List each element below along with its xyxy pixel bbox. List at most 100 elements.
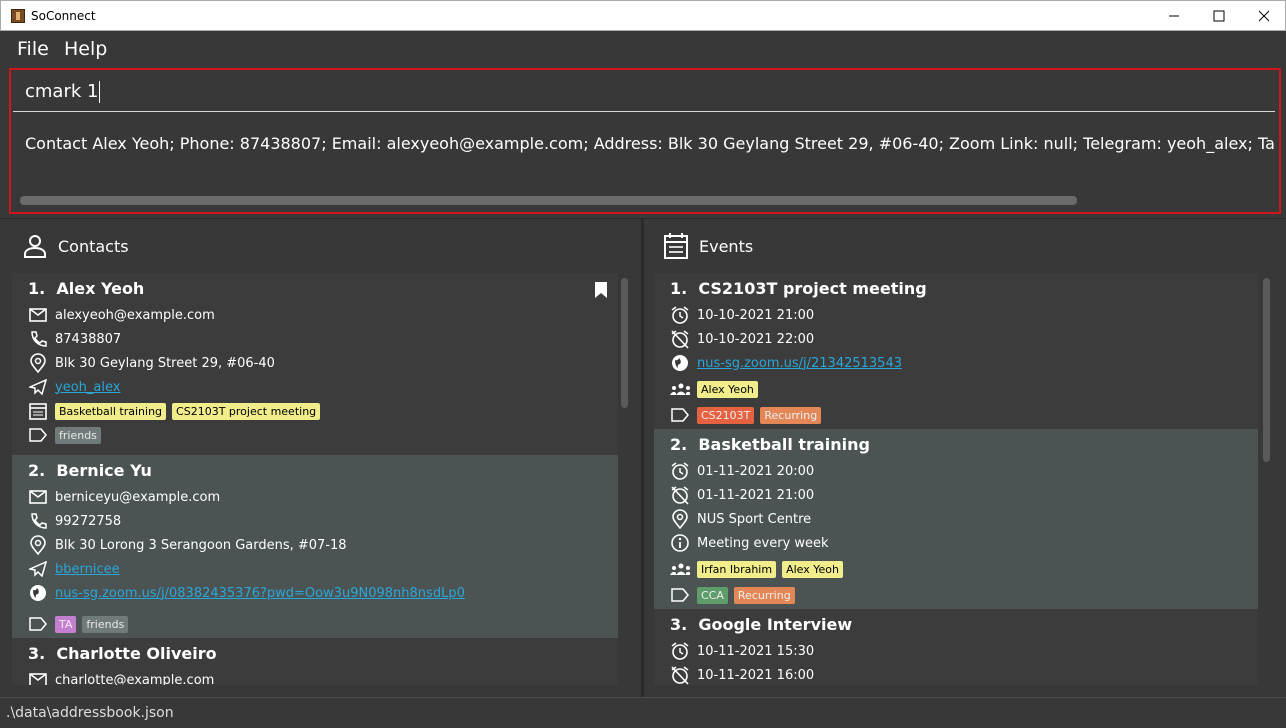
person-icon (24, 235, 46, 258)
event-end-time: 10-10-2021 22:00 (697, 331, 815, 347)
panel-splitter[interactable] (641, 219, 644, 697)
result-horizontal-scrollbar[interactable] (20, 196, 1077, 205)
menu-bar: File Help (0, 31, 1286, 66)
telegram-icon (28, 377, 48, 397)
command-input[interactable]: cmark 1 (13, 72, 1275, 112)
events-scrollbar[interactable] (1263, 278, 1270, 462)
contact-email: charlotte@example.com (55, 672, 215, 686)
alarm-off-icon (670, 485, 690, 505)
tag-icon (670, 405, 690, 425)
status-bar: .\data\addressbook.json (0, 697, 1286, 728)
alarm-off-icon (670, 329, 690, 349)
location-icon (28, 353, 48, 373)
participant-tag: Alex Yeoh (782, 560, 843, 578)
close-icon (1258, 10, 1269, 22)
event-tag: Basketball training (55, 402, 167, 420)
email-icon (28, 305, 48, 325)
contact-tag: friends (82, 615, 129, 633)
tag-icon (28, 614, 48, 634)
location-icon (28, 535, 48, 555)
event-address: NUS Sport Centre (697, 511, 812, 527)
result-text: Contact Alex Yeoh; Phone: 87438807; Emai… (25, 134, 1275, 153)
event-card[interactable]: 2. Basketball training 01-11-2021 20:00 … (654, 429, 1258, 609)
contact-name: 2. Bernice Yu (28, 461, 152, 480)
event-name: 3. Google Interview (670, 615, 853, 634)
calendar-icon (664, 233, 688, 259)
minimize-button[interactable] (1151, 1, 1196, 31)
data-file-path: .\data\addressbook.json (6, 705, 174, 721)
contact-telegram-link[interactable]: bbernicee (55, 562, 120, 577)
event-card[interactable]: 3. Google Interview 10-11-2021 15:30 10-… (654, 609, 1258, 685)
contact-email: berniceyu@example.com (55, 489, 221, 505)
participant-tag: Alex Yeoh (697, 380, 758, 398)
event-tag: Recurring (760, 406, 822, 424)
event-end-time: 10-11-2021 16:00 (697, 667, 815, 683)
event-tag: CCA (697, 586, 728, 604)
tag-icon (670, 585, 690, 605)
contact-card[interactable]: 2. Bernice Yu berniceyu@example.com 9927… (12, 455, 618, 638)
contact-phone: 99272758 (55, 513, 122, 529)
participants-icon (670, 379, 690, 399)
contacts-scrollbar[interactable] (621, 278, 628, 408)
maximize-icon (1213, 10, 1224, 22)
close-button[interactable] (1241, 1, 1286, 31)
contact-address: Blk 30 Geylang Street 29, #06-40 (55, 355, 275, 371)
contact-tag: TA (55, 615, 77, 633)
event-end-time: 01-11-2021 21:00 (697, 487, 815, 503)
contact-tag: friends (55, 426, 101, 444)
contact-telegram-link[interactable]: yeoh_alex (55, 380, 120, 395)
event-icon (28, 401, 48, 421)
participants-icon (670, 559, 690, 579)
event-description: Meeting every week (697, 535, 829, 551)
event-zoom-link[interactable]: nus-sg.zoom.us/j/21342513543 (697, 356, 902, 371)
alarm-icon (670, 461, 690, 481)
app-icon (11, 9, 25, 23)
phone-icon (28, 511, 48, 531)
contact-name: 1. Alex Yeoh (28, 279, 145, 298)
events-title: Events (699, 236, 754, 256)
command-area: cmark 1 Contact Alex Yeoh; Phone: 874388… (9, 68, 1281, 214)
contact-phone: 87438807 (55, 331, 122, 347)
command-input-value: cmark 1 (25, 81, 99, 102)
event-card[interactable]: 1. CS2103T project meeting 10-10-2021 21… (654, 273, 1258, 429)
alarm-icon (670, 641, 690, 661)
tag-icon (28, 425, 48, 445)
contact-zoom-link[interactable]: nus-sg.zoom.us/j/08382435376?pwd=Oow3u9N… (55, 586, 465, 601)
info-icon (670, 533, 690, 553)
contact-email: alexyeoh@example.com (55, 307, 215, 323)
contacts-title: Contacts (58, 236, 129, 256)
globe-icon (670, 353, 690, 373)
event-start-time: 01-11-2021 20:00 (697, 463, 815, 479)
events-header: Events (663, 228, 753, 264)
telegram-icon (28, 559, 48, 579)
phone-icon (28, 329, 48, 349)
event-name: 1. CS2103T project meeting (670, 279, 927, 298)
contact-address: Blk 30 Lorong 3 Serangoon Gardens, #07-1… (55, 537, 347, 553)
text-caret (99, 81, 101, 103)
window-title-bar: SoConnect (0, 0, 1286, 31)
alarm-icon (670, 305, 690, 325)
event-tag: Recurring (733, 586, 795, 604)
location-icon (670, 509, 690, 529)
result-display: Contact Alex Yeoh; Phone: 87438807; Emai… (13, 116, 1275, 208)
email-icon (28, 670, 48, 685)
globe-icon (28, 583, 48, 603)
menu-help[interactable]: Help (64, 38, 107, 60)
events-list[interactable]: 1. CS2103T project meeting 10-10-2021 21… (654, 273, 1258, 685)
participant-tag: Irfan Ibrahim (697, 560, 777, 578)
alarm-off-icon (670, 665, 690, 685)
menu-file[interactable]: File (17, 38, 49, 60)
contact-name: 3. Charlotte Oliveiro (28, 644, 217, 663)
event-tag: CS2103T (697, 406, 755, 424)
contact-card[interactable]: 3. Charlotte Oliveiro charlotte@example.… (12, 638, 618, 685)
event-tag: CS2103T project meeting (172, 402, 321, 420)
minimize-icon (1168, 15, 1179, 17)
event-name: 2. Basketball training (670, 435, 870, 454)
contacts-list[interactable]: 1. Alex Yeoh alexyeoh@example.com 874388… (12, 273, 618, 685)
email-icon (28, 487, 48, 507)
window-title: SoConnect (31, 9, 96, 23)
contacts-header: Contacts (22, 228, 129, 264)
bookmark-icon[interactable] (594, 281, 608, 299)
contact-card[interactable]: 1. Alex Yeoh alexyeoh@example.com 874388… (12, 273, 618, 455)
maximize-button[interactable] (1196, 1, 1241, 31)
